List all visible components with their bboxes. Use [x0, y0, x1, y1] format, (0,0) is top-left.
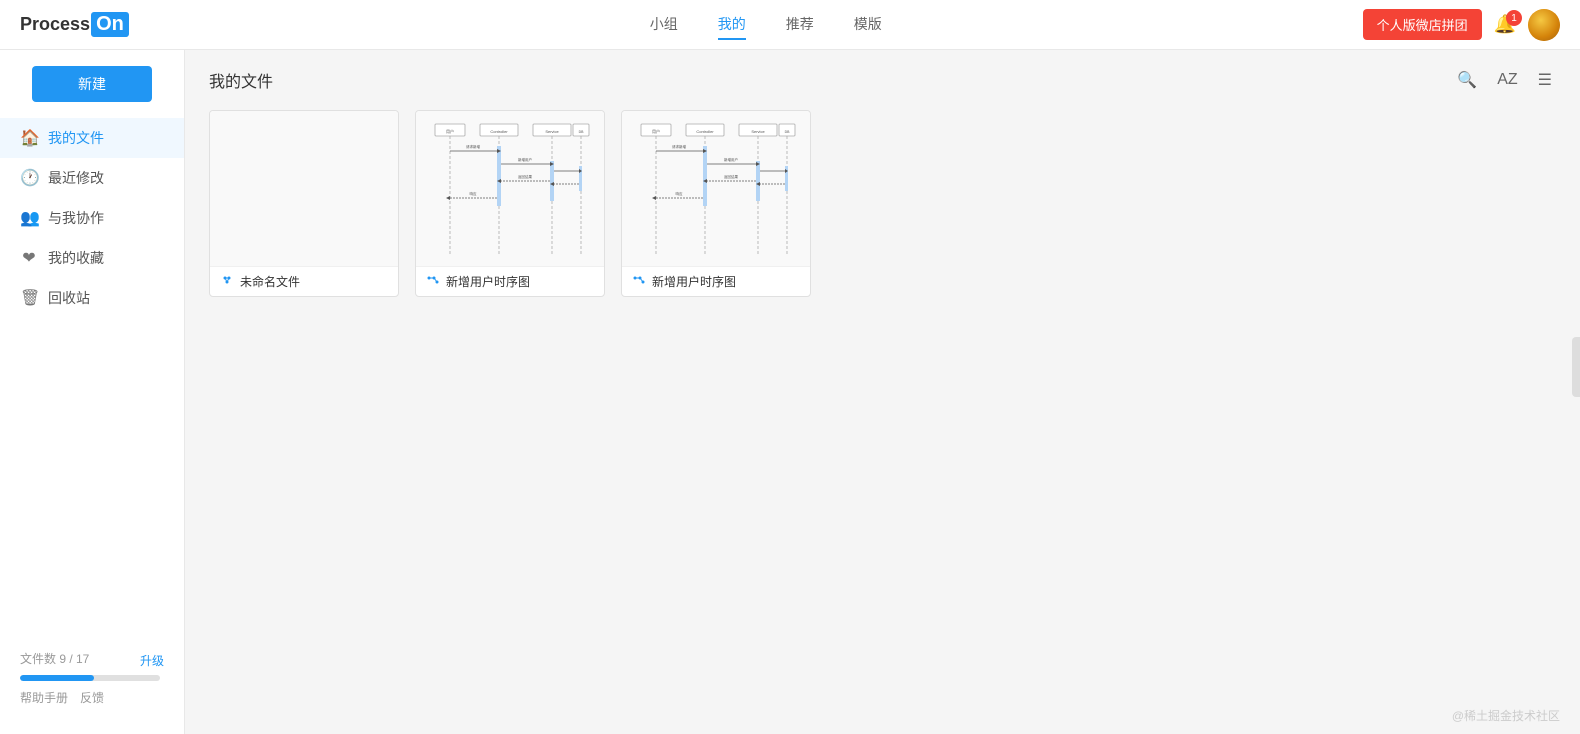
home-icon: 🏠 [20, 128, 38, 148]
file-type-icon-2 [632, 273, 646, 290]
users-icon: 👥 [20, 208, 38, 228]
nav-group[interactable]: 小组 [650, 10, 678, 40]
file-thumbnail-1: 用户 Controller Service [416, 111, 604, 266]
upgrade-button[interactable]: 升级 [140, 652, 164, 669]
vip-button[interactable]: 个人版微店拼团 [1363, 9, 1482, 40]
svg-text:返回结果: 返回结果 [724, 174, 738, 179]
file-grid: 未命名文件 用户 Controller Service [209, 110, 1556, 297]
sidebar-item-favorites[interactable]: ❤ 我的收藏 [0, 238, 184, 278]
nav-template[interactable]: 模版 [854, 10, 882, 40]
svg-text:DB: DB [785, 130, 791, 134]
file-type-icon-1 [426, 273, 440, 290]
svg-text:请求新增: 请求新增 [466, 144, 480, 149]
clock-icon: 🕐 [20, 168, 38, 188]
notification-button[interactable]: 🔔 1 [1494, 14, 1516, 35]
sidebar: 新建 🏠 我的文件 🕐 最近修改 👥 与我协作 ❤ 我的收藏 🗑 回收站 文件数… [0, 50, 185, 734]
logo-on-text: On [91, 12, 129, 37]
app-header: ProcessOn 小组 我的 推荐 模版 个人版微店拼团 🔔 1 [0, 0, 1580, 50]
svg-text:用户: 用户 [652, 128, 660, 134]
sort-button[interactable]: AZ [1493, 67, 1521, 93]
header-right: 个人版微店拼团 🔔 1 [1363, 9, 1560, 41]
right-edge-handle[interactable] [1572, 337, 1580, 397]
svg-text:响应: 响应 [676, 191, 684, 196]
sidebar-label-recent: 最近修改 [48, 168, 104, 188]
file-card-0[interactable]: 未命名文件 [209, 110, 399, 297]
avatar[interactable] [1528, 9, 1560, 41]
file-card-2[interactable]: 用户 Controller Service 请求新增 [621, 110, 811, 297]
view-toggle-button[interactable]: ☰ [1534, 66, 1556, 94]
svg-text:DB: DB [579, 130, 585, 134]
nav-recommend[interactable]: 推荐 [786, 10, 814, 40]
svg-text:请求新增: 请求新增 [672, 144, 686, 149]
file-info-0: 未命名文件 [210, 266, 398, 296]
file-info-1: 新增用户时序图 [416, 266, 604, 296]
main-nav: 小组 我的 推荐 模版 [169, 10, 1363, 40]
sidebar-label-collaborate: 与我协作 [48, 208, 104, 228]
svg-text:响应: 响应 [470, 191, 478, 196]
logo-process-text: Process [20, 14, 90, 35]
nav-mine[interactable]: 我的 [718, 10, 746, 40]
sidebar-label-trash: 回收站 [48, 288, 90, 308]
sidebar-label-my-files: 我的文件 [48, 128, 104, 148]
help-row: 帮助手册 反馈 [20, 689, 164, 706]
progress-fill [20, 675, 94, 681]
svg-text:新增用户: 新增用户 [724, 157, 738, 162]
feedback-link[interactable]: 反馈 [80, 689, 104, 706]
sidebar-bottom: 文件数 9 / 17 升级 帮助手册 反馈 [0, 638, 184, 718]
content-title: 我的文件 [209, 68, 273, 92]
file-thumbnail-2: 用户 Controller Service 请求新增 [622, 111, 810, 266]
heart-icon: ❤ [20, 248, 38, 268]
file-name-1: 新增用户时序图 [446, 273, 530, 290]
new-button[interactable]: 新建 [32, 66, 152, 102]
svg-text:Service: Service [751, 129, 765, 134]
content-actions: 🔍 AZ ☰ [1453, 66, 1556, 94]
main-container: 新建 🏠 我的文件 🕐 最近修改 👥 与我协作 ❤ 我的收藏 🗑 回收站 文件数… [0, 50, 1580, 734]
file-thumbnail-0 [210, 111, 398, 266]
file-name-0: 未命名文件 [240, 273, 300, 290]
sidebar-item-trash[interactable]: 🗑 回收站 [0, 278, 184, 318]
file-card-1[interactable]: 用户 Controller Service [415, 110, 605, 297]
content-header: 我的文件 🔍 AZ ☰ [209, 66, 1556, 94]
svg-text:Controller: Controller [490, 129, 508, 134]
avatar-image [1528, 9, 1560, 41]
file-count-label: 文件数 9 / 17 [20, 650, 89, 667]
file-quota-progress [20, 675, 160, 681]
sidebar-label-favorites: 我的收藏 [48, 248, 104, 268]
trash-icon: 🗑 [20, 288, 38, 308]
search-button[interactable]: 🔍 [1453, 66, 1481, 94]
logo[interactable]: ProcessOn [20, 12, 129, 37]
content-area: 我的文件 🔍 AZ ☰ [185, 50, 1580, 734]
file-name-2: 新增用户时序图 [652, 273, 736, 290]
file-type-icon-0 [220, 273, 234, 290]
svg-text:Service: Service [545, 129, 559, 134]
footer-watermark: @稀土掘金技术社区 [1452, 707, 1560, 724]
help-link[interactable]: 帮助手册 [20, 689, 68, 706]
svg-text:用户: 用户 [446, 128, 454, 134]
sidebar-item-recent[interactable]: 🕐 最近修改 [0, 158, 184, 198]
svg-text:Controller: Controller [696, 129, 714, 134]
svg-text:返回结果: 返回结果 [518, 174, 532, 179]
file-info-2: 新增用户时序图 [622, 266, 810, 296]
notification-badge: 1 [1506, 10, 1522, 26]
sidebar-item-my-files[interactable]: 🏠 我的文件 [0, 118, 184, 158]
svg-text:新增用户: 新增用户 [518, 157, 532, 162]
sidebar-item-collaborate[interactable]: 👥 与我协作 [0, 198, 184, 238]
